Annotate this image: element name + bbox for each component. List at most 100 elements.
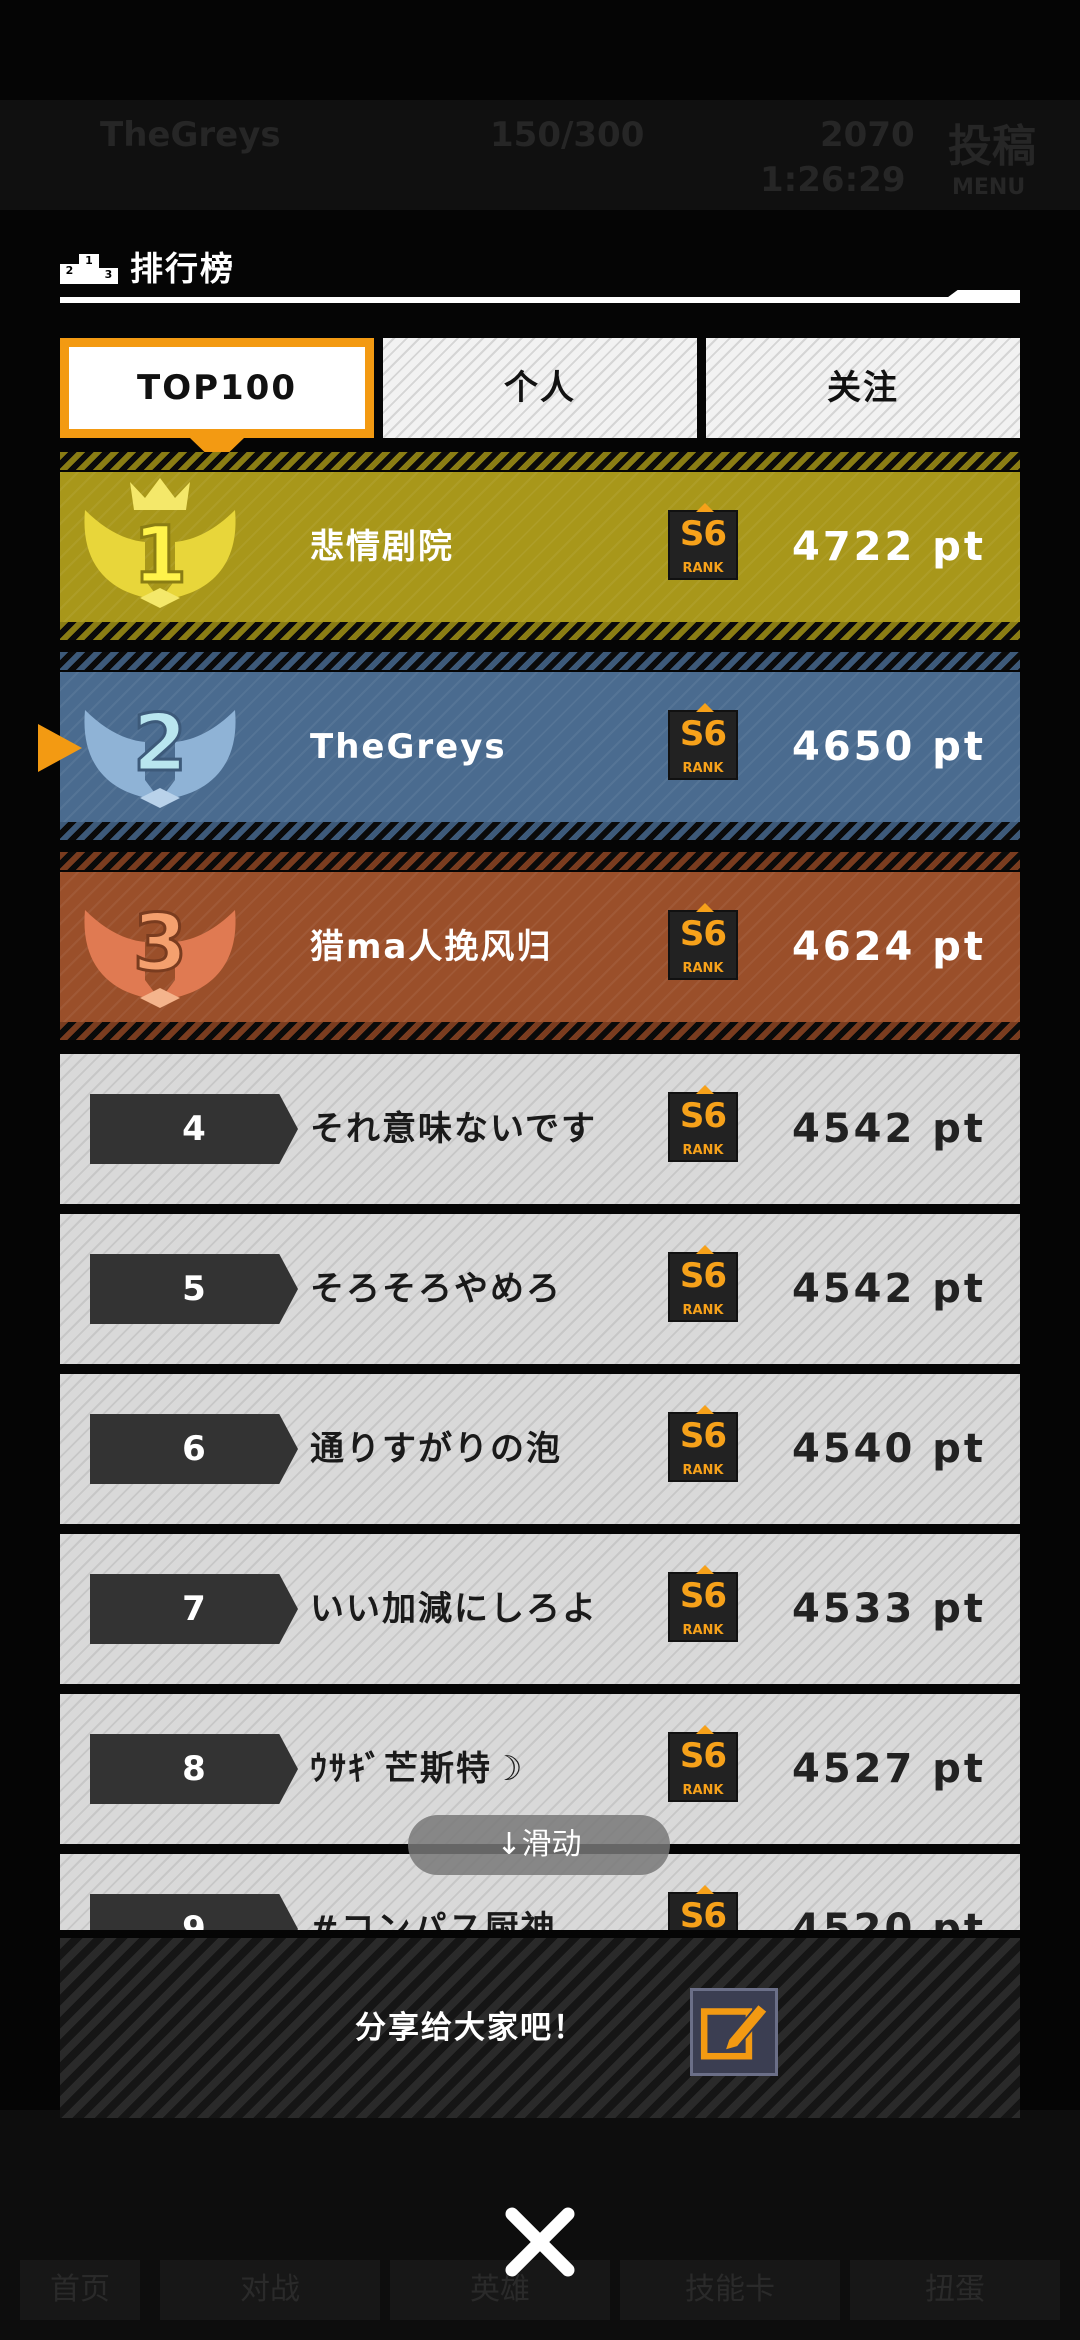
player-points: 4542 pt <box>791 1106 986 1152</box>
ranking-row-1[interactable]: 1 悲情剧院 S6 RANK 4722 pt <box>60 472 1020 622</box>
row-hatch <box>60 622 1020 640</box>
rank-number: 5 <box>90 1254 298 1324</box>
row-hatch <box>60 852 1020 870</box>
current-player-marker <box>38 724 82 772</box>
rank-badge-value: S6 <box>679 714 727 754</box>
rank-badge-label: RANK <box>682 761 724 776</box>
rank-number: 4 <box>90 1094 298 1164</box>
player-name: 悲情剧院 <box>310 527 454 567</box>
player-name: TheGreys <box>310 727 507 767</box>
page-title: 排行榜 <box>130 249 235 288</box>
header-divider <box>60 297 1020 303</box>
player-points: 4527 pt <box>791 1746 986 1792</box>
player-name: いい加減にしろよ <box>310 1589 598 1629</box>
rank-number: 7 <box>90 1574 298 1644</box>
rank-badge-value: S6 <box>679 1576 727 1616</box>
ranking-header: 2 1 3 排行榜 <box>60 240 1020 300</box>
gold-laurel-medal-icon: 1 <box>70 472 250 620</box>
ranking-row-6[interactable]: 6 通りすがりの泡 S6 RANK 4540 pt <box>60 1374 1020 1524</box>
bg-number: 2070 <box>820 115 915 155</box>
rank-badge-label: RANK <box>682 961 724 976</box>
close-button[interactable] <box>498 2200 582 2284</box>
player-points: 4542 pt <box>791 1266 986 1312</box>
rank-badge-value: S6 <box>679 914 727 954</box>
rank-badge-value: S6 <box>679 1736 727 1776</box>
svg-text:1: 1 <box>133 511 187 601</box>
rank-badge-value: S6 <box>679 1096 727 1136</box>
player-name: 猎ma人挽风归 <box>310 927 553 967</box>
tab-following[interactable]: 关注 <box>706 338 1020 438</box>
rank-badge: S6 RANK <box>668 1565 738 1642</box>
tab-personal[interactable]: 个人 <box>383 338 697 438</box>
rank-badge: S6 RANK <box>668 703 738 780</box>
rank-number: 6 <box>90 1414 298 1484</box>
rank-badge: S6 RANK <box>668 903 738 980</box>
crown-icon <box>696 1405 714 1414</box>
bronze-laurel-medal-icon: 3 <box>70 872 250 1020</box>
rank-number: 8 <box>90 1734 298 1804</box>
player-name: 通りすがりの泡 <box>310 1429 562 1469</box>
player-points: 4520 pt <box>791 1906 986 1930</box>
rank-badge-value: S6 <box>679 1256 727 1296</box>
rank-badge-label: RANK <box>682 1303 724 1318</box>
crown-icon <box>696 1085 714 1094</box>
row-hatch <box>60 652 1020 670</box>
ranking-row-2[interactable]: 2 TheGreys S6 RANK 4650 pt <box>60 672 1020 822</box>
podium-icon: 2 1 3 <box>60 254 118 284</box>
rank-badge: S6 RANK <box>668 1885 738 1930</box>
ranking-row-3[interactable]: 3 猎ma人挽风归 S6 RANK 4624 pt <box>60 872 1020 1022</box>
row-hatch <box>60 822 1020 840</box>
player-points: 4722 pt <box>791 524 986 570</box>
edit-pencil-icon <box>700 2002 769 2060</box>
rank-badge-label: RANK <box>682 1623 724 1638</box>
bg-nav-gacha: 扭蛋 <box>850 2260 1060 2320</box>
bg-player-name: TheGreys <box>100 115 281 155</box>
close-icon <box>505 2207 575 2277</box>
crown-icon <box>696 1565 714 1574</box>
bg-nav-battle: 对战 <box>160 2260 380 2320</box>
crown-icon <box>696 903 714 912</box>
ranking-row-4[interactable]: 4 それ意味ないです S6 RANK 4542 pt <box>60 1054 1020 1204</box>
rank-badge-label: RANK <box>682 561 724 576</box>
rank-badge: S6 RANK <box>668 1085 738 1162</box>
ranking-row-7[interactable]: 7 いい加減にしろよ S6 RANK 4533 pt <box>60 1534 1020 1684</box>
svg-text:3: 3 <box>133 899 187 989</box>
bg-nav-home: 首页 <box>20 2260 140 2320</box>
rank-badge-value: S6 <box>679 1416 727 1456</box>
row-hatch <box>60 452 1020 470</box>
svg-text:2: 2 <box>133 699 187 789</box>
share-bar: 分享给大家吧！ <box>60 1938 1020 2118</box>
bg-menu-label: 投稿 <box>948 121 1036 172</box>
row-hatch <box>60 1022 1020 1040</box>
player-points: 4650 pt <box>791 724 986 770</box>
rank-badge: S6 RANK <box>668 1405 738 1482</box>
share-edit-button[interactable] <box>690 1988 778 2076</box>
crown-icon <box>696 1245 714 1254</box>
rank-badge-label: RANK <box>682 1143 724 1158</box>
rank-badge: S6 RANK <box>668 1725 738 1802</box>
silver-laurel-medal-icon: 2 <box>70 672 250 820</box>
player-points: 4533 pt <box>791 1586 986 1632</box>
crown-icon <box>696 503 714 512</box>
rank-number: 9 <box>90 1894 298 1930</box>
tab-top100[interactable]: TOP100 <box>60 338 374 438</box>
bg-menu-sub: MENU <box>952 175 1026 200</box>
player-name: それ意味ないです <box>310 1109 597 1149</box>
rank-badge-value: S6 <box>679 514 727 554</box>
background-status-bar: TheGreys 150/300 2070 1:26:29 投稿 MENU <box>0 100 1080 210</box>
rank-badge: S6 RANK <box>668 1245 738 1322</box>
rank-badge: S6 RANK <box>668 503 738 580</box>
rank-badge-label: RANK <box>682 1463 724 1478</box>
ranking-list[interactable]: 1 悲情剧院 S6 RANK 4722 pt 2 TheGreys S6 RAN… <box>60 452 1020 1930</box>
crown-icon <box>696 1885 714 1894</box>
player-points: 4540 pt <box>791 1426 986 1472</box>
ranking-row-5[interactable]: 5 そろそろやめろ S6 RANK 4542 pt <box>60 1214 1020 1364</box>
share-text: 分享给大家吧！ <box>355 2010 586 2046</box>
player-points: 4624 pt <box>791 924 986 970</box>
crown-icon <box>696 1725 714 1734</box>
rank-badge-label: RANK <box>682 1783 724 1798</box>
bg-nav-card: 技能卡 <box>620 2260 840 2320</box>
rank-badge-value: S6 <box>679 1896 727 1930</box>
bg-timer: 1:26:29 <box>760 160 906 200</box>
scroll-hint: ↓滑动 <box>408 1815 670 1875</box>
